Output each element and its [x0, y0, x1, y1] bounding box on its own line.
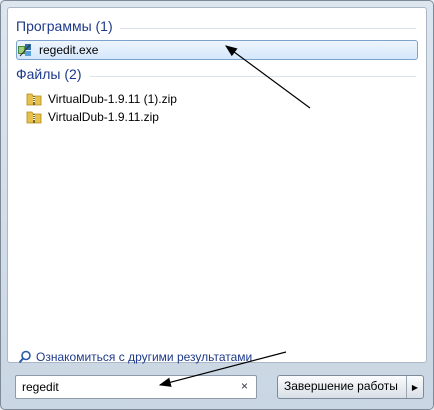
programs-group-header: Программы (1) — [16, 18, 416, 34]
shutdown-options-arrow-icon[interactable]: ▶ — [405, 376, 423, 398]
result-item-zip-1[interactable]: VirtualDub-1.9.11 (1).zip — [26, 90, 406, 108]
result-item-regedit[interactable]: regedit.exe — [16, 40, 418, 60]
see-more-label: Ознакомиться с другими результатами — [36, 350, 253, 364]
start-menu-window: Программы (1) regedit.exe Файлы (2) Virt… — [0, 0, 434, 410]
search-input[interactable] — [16, 378, 238, 396]
files-group-title: Файлы (2) — [16, 66, 82, 82]
programs-group-title: Программы (1) — [16, 18, 113, 34]
clear-search-icon[interactable]: × — [241, 379, 248, 393]
regedit-icon — [17, 42, 33, 58]
shutdown-button[interactable]: Завершение работы — [278, 376, 406, 398]
shutdown-button-group: Завершение работы ▶ — [277, 375, 424, 399]
result-item-label: VirtualDub-1.9.11 (1).zip — [48, 92, 177, 106]
search-results-panel: Программы (1) regedit.exe Файлы (2) Virt… — [7, 7, 427, 364]
result-item-zip-2[interactable]: VirtualDub-1.9.11.zip — [26, 108, 406, 126]
zip-folder-icon — [26, 109, 42, 125]
search-icon — [18, 350, 32, 364]
result-item-label: regedit.exe — [39, 43, 99, 57]
see-more-results-link[interactable]: Ознакомиться с другими результатами — [18, 350, 252, 364]
zip-folder-icon — [26, 91, 42, 107]
header-divider — [120, 28, 416, 29]
header-divider — [90, 76, 416, 77]
search-box[interactable]: × — [15, 375, 257, 399]
result-item-label: VirtualDub-1.9.11.zip — [48, 110, 159, 124]
files-group-header: Файлы (2) — [16, 66, 416, 82]
